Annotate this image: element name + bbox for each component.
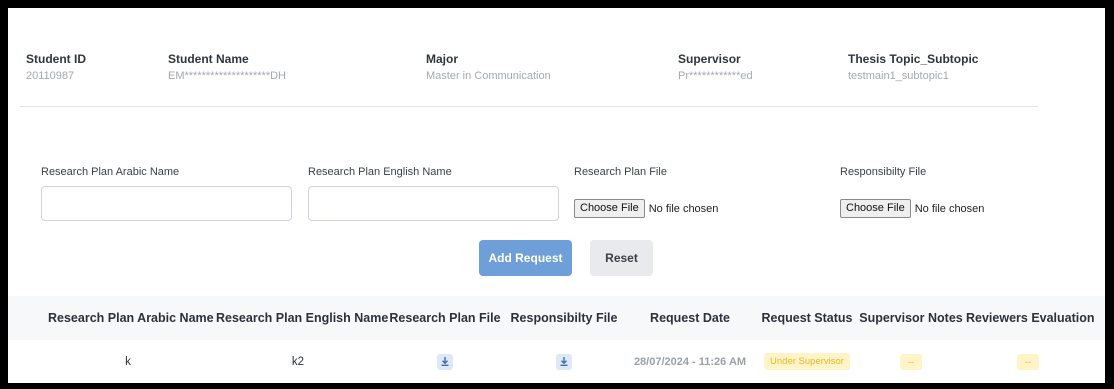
plan-file-status: No file chosen — [648, 202, 719, 215]
column-header-request-date: Request Date — [650, 311, 730, 325]
major-field: Major Master in Communication — [426, 52, 551, 82]
column-header-reviewers-evaluation: Reviewers Evaluation — [966, 311, 1095, 325]
download-icon[interactable] — [437, 353, 453, 370]
cell-request-date: 28/07/2024 - 11:26 AM — [628, 340, 752, 383]
supervisor-field: Supervisor Pr************ed — [678, 52, 753, 82]
plan-file-label: Research Plan File — [574, 166, 667, 178]
column-header-supervisor-notes: Supervisor Notes — [859, 311, 963, 325]
major-label: Major — [426, 52, 459, 66]
cell-reviewers-evaluation: -- — [966, 340, 1090, 383]
student-id-label: Student ID — [26, 52, 86, 66]
cell-english-name: k2 — [291, 355, 305, 368]
download-icon[interactable] — [556, 353, 572, 370]
english-name-input[interactable] — [308, 186, 559, 221]
column-header-request-status: Request Status — [761, 311, 853, 325]
student-name-value: EM********************DH — [168, 70, 287, 82]
cell-arabic-name: k — [125, 355, 131, 368]
responsibility-choose-file-button[interactable]: Choose File — [840, 199, 911, 218]
page-frame: Student ID 20110987 Student Name EM*****… — [8, 8, 1105, 383]
thesis-field: Thesis Topic_Subtopic testmain1_subtopic… — [848, 52, 978, 82]
plan-file-input: Choose File No file chosen — [574, 199, 718, 218]
table-header: Research Plan Arabic Name Research Plan … — [8, 296, 1105, 340]
student-name-field: Student Name EM********************DH — [168, 52, 286, 82]
reviewers-evaluation-badge[interactable]: -- — [1017, 353, 1039, 370]
column-header-english-name: Research Plan English Name — [216, 311, 389, 325]
reset-button[interactable]: Reset — [590, 240, 653, 276]
cell-plan-file — [386, 340, 504, 383]
request-date: 28/07/2024 - 11:26 AM — [633, 355, 747, 368]
add-request-button[interactable]: Add Request — [479, 240, 572, 276]
supervisor-notes-badge[interactable]: -- — [900, 353, 922, 370]
thesis-label: Thesis Topic_Subtopic — [848, 52, 979, 66]
responsibility-file-input: Choose File No file chosen — [840, 199, 984, 218]
cell-responsibility-file — [508, 340, 620, 383]
student-id-value: 20110987 — [26, 70, 75, 82]
column-header-responsibility-file: Responsibilty File — [510, 311, 618, 325]
major-value: Master in Communication — [426, 70, 551, 82]
info-divider — [20, 106, 1038, 107]
cell-supervisor-notes: -- — [858, 340, 964, 383]
student-info: Student ID 20110987 Student Name EM*****… — [20, 52, 1093, 92]
responsibility-file-label: Responsibilty File — [840, 166, 927, 178]
column-header-plan-file: Research Plan File — [389, 311, 501, 325]
column-header-arabic-name: Research Plan Arabic Name — [48, 311, 214, 325]
arabic-name-label: Research Plan Arabic Name — [41, 166, 180, 178]
arabic-name-input[interactable] — [41, 186, 292, 221]
english-name-label: Research Plan English Name — [308, 166, 452, 178]
supervisor-value: Pr************ed — [678, 70, 753, 82]
table-row: k k2 28/07/2024 - 11:26 AM Under Supervi… — [8, 340, 1105, 383]
student-name-label: Student Name — [168, 52, 249, 66]
plan-choose-file-button[interactable]: Choose File — [574, 199, 645, 218]
responsibility-file-status: No file chosen — [914, 202, 985, 215]
thesis-value: testmain1_subtopic1 — [848, 70, 949, 82]
cell-request-status: Under Supervisor — [760, 340, 854, 383]
status-badge: Under Supervisor — [764, 353, 850, 370]
supervisor-label: Supervisor — [678, 52, 741, 66]
student-id-field: Student ID 20110987 — [26, 52, 86, 82]
